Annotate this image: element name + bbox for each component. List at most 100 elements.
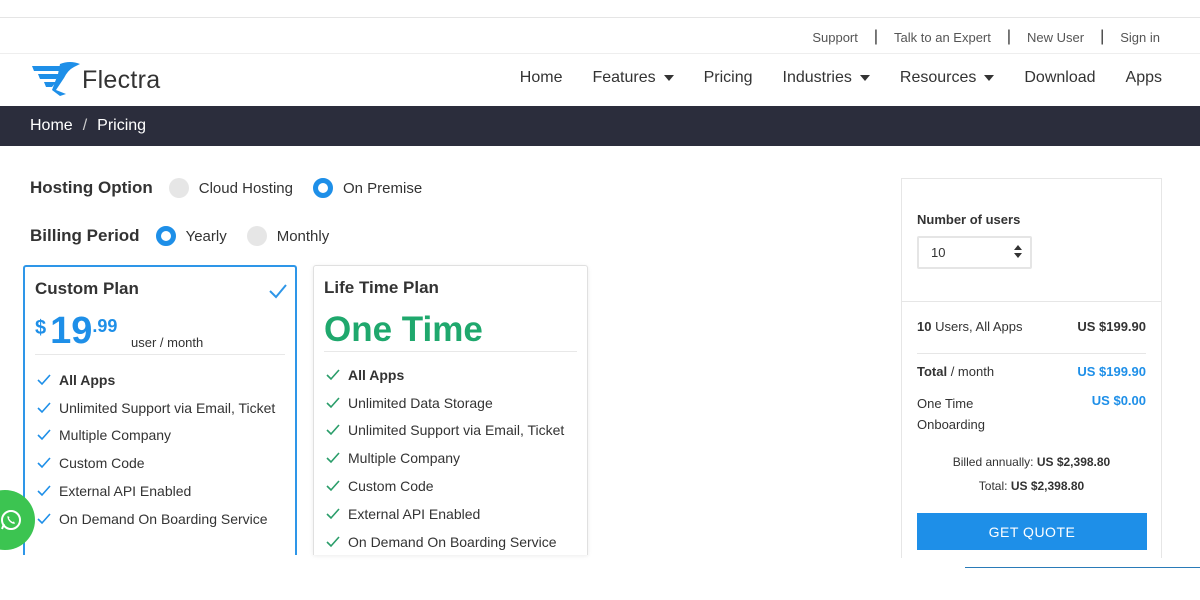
talk-to-expert-link[interactable]: Talk to an Expert: [878, 30, 1007, 45]
nav-label: Industries: [782, 69, 852, 86]
onboarding-label-line2: Onboarding: [917, 417, 985, 432]
custom-plan-features: All Apps Unlimited Support via Email, Tic…: [37, 366, 275, 533]
order-summary: Number of users 10 10 Users, All Apps US…: [901, 178, 1162, 558]
grand-total: Total: US $2,398.80: [902, 479, 1161, 493]
feature-text: Multiple Company: [59, 427, 172, 444]
lifetime-plan-headline: One Time: [324, 310, 483, 349]
check-icon: [326, 424, 340, 436]
feature-item: Custom Code: [326, 472, 564, 500]
support-link[interactable]: Support: [796, 30, 874, 45]
price-unit: user / month: [131, 335, 204, 350]
nav-apps[interactable]: Apps: [1126, 69, 1162, 87]
monthly-label[interactable]: Monthly: [277, 228, 330, 245]
nav-label: Pricing: [703, 69, 753, 86]
nav-download[interactable]: Download: [1024, 69, 1095, 87]
new-user-link[interactable]: New User: [1011, 30, 1100, 45]
plan-divider: [35, 354, 285, 355]
users-line-label: 10 Users, All Apps: [917, 319, 1023, 334]
billing-period-label: Billing Period: [30, 226, 140, 245]
on-premise-radio[interactable]: [312, 178, 333, 198]
nav-resources[interactable]: Resources: [899, 69, 995, 87]
custom-plan-title: Custom Plan: [35, 279, 139, 298]
yearly-radio[interactable]: [155, 226, 176, 246]
stepper-arrows[interactable]: [1014, 245, 1022, 258]
billed-label: Billed annually:: [952, 455, 1037, 469]
feature-text: Custom Code: [59, 455, 145, 472]
feature-item: All Apps: [326, 361, 564, 389]
feature-item: Unlimited Data Storage: [326, 389, 564, 417]
custom-plan-card[interactable]: Custom Plan $ 19 .99 user / month All Ap…: [23, 265, 297, 555]
price-whole: 19: [50, 310, 93, 352]
users-count: 10: [917, 319, 932, 334]
feature-text: Unlimited Support via Email, Ticket: [348, 422, 565, 439]
feature-item: Unlimited Support via Email, Ticket: [326, 417, 564, 445]
users-line-price: US $199.90: [1077, 319, 1146, 334]
bird-logo-icon: [32, 62, 80, 96]
feature-item: Unlimited Support via Email, Ticket: [37, 394, 275, 422]
price-currency: $: [35, 317, 47, 339]
total-value: US $199.90: [1077, 364, 1146, 379]
feature-text: All Apps: [59, 371, 116, 388]
check-icon: [37, 374, 51, 386]
check-icon: [37, 513, 51, 525]
check-icon: [326, 536, 340, 547]
nav-label: Home: [519, 69, 563, 86]
billing-period-group: Billing Period Yearly Monthly: [30, 226, 349, 246]
feature-text: Unlimited Data Storage: [348, 394, 493, 411]
feature-text: Custom Code: [348, 478, 434, 495]
sign-in-link[interactable]: Sign in: [1104, 30, 1160, 45]
monthly-radio[interactable]: [246, 226, 267, 246]
grand-total-value: US $2,398.80: [1010, 479, 1085, 493]
nav-label: Features: [592, 69, 656, 86]
breadcrumb-home-link[interactable]: Home: [30, 117, 73, 135]
feature-text: Unlimited Support via Email, Ticket: [59, 399, 276, 416]
billed-annually: Billed annually: US $2,398.80: [902, 455, 1161, 469]
grand-total-label: Total:: [978, 479, 1011, 493]
breadcrumb-separator: /: [82, 117, 88, 134]
cloud-hosting-label[interactable]: Cloud Hosting: [199, 180, 293, 197]
check-icon: [326, 452, 340, 464]
nav-home[interactable]: Home: [520, 69, 563, 87]
users-stepper[interactable]: 10: [917, 236, 1032, 269]
decrement-icon[interactable]: [1014, 253, 1022, 258]
price-cents: .99: [92, 316, 118, 336]
feature-text: All Apps: [348, 366, 405, 383]
increment-icon[interactable]: [1014, 245, 1022, 250]
header-divider: [0, 53, 1200, 54]
cloud-hosting-radio[interactable]: [168, 178, 189, 198]
feature-item: External API Enabled: [326, 500, 564, 528]
feature-text: External API Enabled: [348, 505, 481, 522]
feature-item: On Demand On Boarding Service: [326, 528, 564, 556]
onboarding-label-line1: One Time: [917, 396, 974, 411]
lifetime-plan-title: Life Time Plan: [324, 278, 439, 297]
users-desc: Users, All Apps: [931, 319, 1023, 334]
nav-industries[interactable]: Industries: [783, 69, 870, 87]
check-icon: [37, 457, 51, 469]
feature-item: External API Enabled: [37, 477, 275, 505]
brand-logo[interactable]: Flectra: [30, 60, 161, 100]
feature-item: Custom Code: [37, 449, 275, 477]
get-quote-button[interactable]: GET QUOTE: [917, 513, 1147, 550]
nav-pricing[interactable]: Pricing: [704, 69, 753, 87]
total-period: / month: [947, 364, 995, 379]
total-label: Total: [917, 364, 948, 379]
caret-down-icon: [984, 75, 995, 81]
check-icon: [37, 485, 51, 497]
billed-value: US $2,398.80: [1036, 455, 1111, 469]
lifetime-plan-card[interactable]: Life Time Plan One Time All Apps Unlimite…: [313, 265, 588, 555]
check-icon: [269, 284, 287, 299]
main-nav: Home Features Pricing Industries Resourc…: [490, 69, 1162, 87]
lifetime-plan-features: All Apps Unlimited Data Storage Unlimited …: [326, 361, 564, 556]
breadcrumb: Home / Pricing: [0, 106, 1200, 146]
hosting-option-group: Hosting Option Cloud Hosting On Premise: [30, 178, 442, 198]
feature-item: On Demand On Boarding Service: [37, 505, 275, 533]
nav-features[interactable]: Features: [592, 69, 674, 87]
users-line: 10 Users, All Apps US $199.90: [917, 319, 1146, 334]
on-premise-label[interactable]: On Premise: [343, 180, 422, 197]
nav-label: Resources: [899, 69, 977, 86]
check-icon: [326, 508, 340, 520]
top-divider: [0, 17, 1200, 18]
yearly-label[interactable]: Yearly: [186, 228, 227, 245]
brand-name: Flectra: [82, 65, 161, 94]
summary-divider: [902, 301, 1161, 302]
